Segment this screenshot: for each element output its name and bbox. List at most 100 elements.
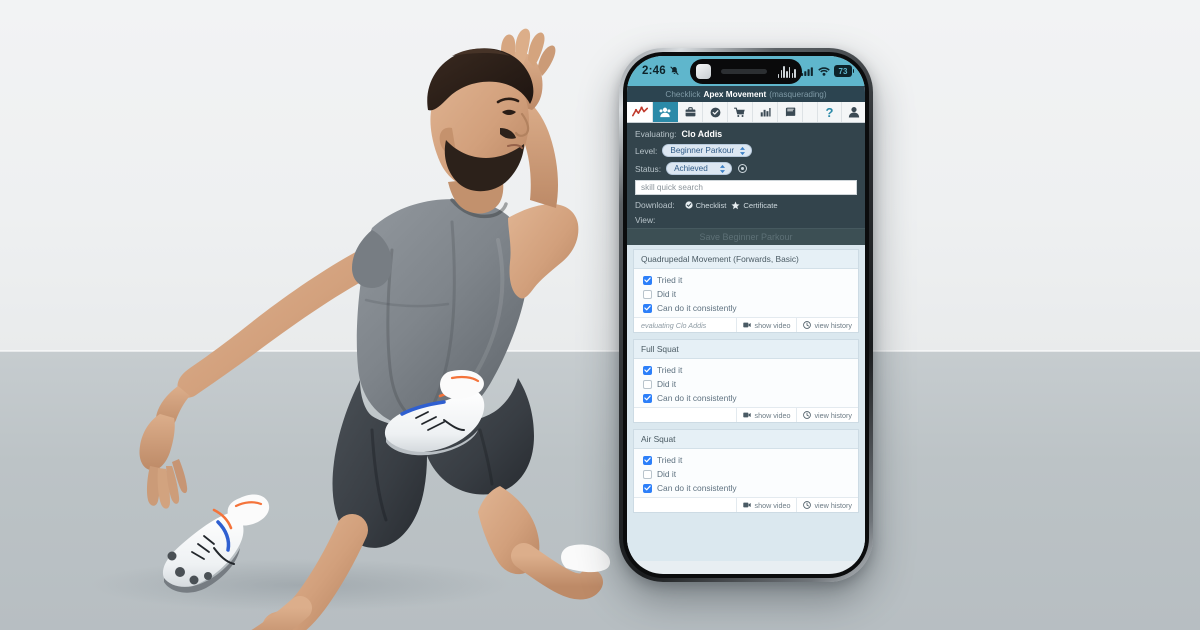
star-icon (731, 200, 740, 210)
main-navigation-toolbar: ? (627, 102, 865, 123)
skill-card-title: Full Squat (634, 340, 858, 359)
ios-status-bar: 2:46 73 (627, 56, 865, 86)
show-video-button[interactable]: show video (736, 318, 796, 332)
evaluating-client-name: Clo Addis (681, 129, 723, 139)
view-history-button[interactable]: view history (796, 318, 858, 332)
rear-shin (251, 596, 312, 630)
video-camera-icon (743, 502, 752, 508)
skill-search-input[interactable]: skill quick search (635, 180, 857, 195)
sidebar-item-reports[interactable] (753, 102, 778, 122)
sidebar-item-store[interactable] (728, 102, 753, 122)
clock-icon (803, 321, 812, 329)
front-camera-icon (696, 64, 711, 79)
checkbox-tried-it[interactable] (643, 275, 652, 285)
show-video-label: show video (754, 500, 791, 510)
sidebar-item-clients[interactable] (653, 102, 678, 122)
download-row: Download: Checklist Certificate (635, 200, 857, 210)
skill-card-footer: show video view history (634, 407, 858, 422)
view-history-button[interactable]: view history (796, 498, 858, 512)
running-man-photo (0, 0, 640, 630)
evaluating-row: Evaluating: Clo Addis (635, 129, 857, 139)
skill-checkbox-row[interactable]: Can do it consistently (634, 481, 858, 495)
checkbox-label: Can do it consistently (657, 393, 737, 403)
skill-checkbox-row[interactable]: Tried it (634, 363, 858, 377)
show-video-button[interactable]: show video (736, 408, 796, 422)
status-select[interactable]: Achieved (666, 162, 733, 175)
skill-card-checkboxes: Tried it Did it Can do it consistently (634, 359, 858, 407)
head (427, 48, 534, 214)
status-label: Status: (635, 163, 662, 174)
skills-list[interactable]: Quadrupedal Movement (Forwards, Basic) T… (627, 245, 865, 561)
book-icon (785, 107, 796, 117)
front-upper-arm (508, 204, 579, 299)
status-row: Status: Achieved (635, 162, 857, 175)
checkbox-did-it[interactable] (643, 379, 652, 389)
checkbox-label: Tried it (657, 365, 683, 375)
check-circle-icon (710, 107, 721, 118)
show-video-label: show video (754, 410, 791, 420)
checkbox-tried-it[interactable] (643, 365, 652, 375)
level-row: Level: Beginner Parkour (635, 144, 857, 157)
chevron-updown-icon (719, 164, 726, 174)
checkbox-can-do-consistently[interactable] (643, 393, 652, 403)
skill-checkbox-row[interactable]: Tried it (634, 273, 858, 287)
skill-card-footer: evaluating Clo Addis show video view his… (634, 317, 858, 332)
checkbox-label: Can do it consistently (657, 483, 737, 493)
checkbox-did-it[interactable] (643, 469, 652, 479)
skill-checkbox-row[interactable]: Can do it consistently (634, 301, 858, 315)
checkbox-can-do-consistently[interactable] (643, 303, 652, 313)
download-label: Download: (635, 200, 675, 210)
checkbox-can-do-consistently[interactable] (643, 483, 652, 493)
checkbox-label: Can do it consistently (657, 303, 737, 313)
info-circle-icon[interactable] (738, 164, 748, 173)
save-level-button[interactable]: Save Beginner Parkour (627, 228, 865, 245)
user-account-button[interactable] (842, 102, 865, 122)
chevron-updown-icon (739, 146, 746, 156)
navbar-spacer (803, 102, 818, 122)
bell-slash-icon (670, 66, 679, 76)
skill-checkbox-row[interactable]: Can do it consistently (634, 391, 858, 405)
help-button[interactable]: ? (818, 102, 842, 122)
checkbox-label: Did it (657, 379, 677, 389)
sidebar-item-programs[interactable] (678, 102, 703, 122)
user-account-icon (848, 106, 860, 118)
skill-card-checkboxes: Tried it Did it Can do it consistently (634, 449, 858, 497)
download-certificate-button[interactable]: Certificate (731, 200, 778, 210)
view-history-label: view history (814, 320, 852, 330)
status-bar-time: 2:46 (642, 65, 666, 77)
show-video-button[interactable]: show video (736, 498, 796, 512)
skill-card: Air Squat Tried it Did it Can do it cons… (633, 429, 859, 513)
skill-card-checkboxes: Tried it Did it Can do it consistently (634, 269, 858, 317)
show-video-label: show video (754, 320, 791, 330)
chart-logo-icon[interactable] (627, 102, 653, 122)
level-label: Level: (635, 145, 658, 156)
masquerading-badge: (masquerading) (769, 89, 827, 99)
bar-chart-icon (760, 107, 771, 117)
sidebar-item-evaluations[interactable] (703, 102, 728, 122)
evaluation-controls-panel: Evaluating: Clo Addis Level: Beginner Pa… (627, 123, 865, 245)
checkbox-tried-it[interactable] (643, 455, 652, 465)
level-select[interactable]: Beginner Parkour (662, 144, 753, 157)
battery-indicator: 73 (834, 65, 854, 77)
download-certificate-label: Certificate (743, 200, 778, 210)
people-icon (659, 107, 671, 118)
checkbox-did-it[interactable] (643, 289, 652, 299)
front-sock (561, 544, 611, 573)
skill-checkbox-row[interactable]: Tried it (634, 453, 858, 467)
skill-checkbox-row[interactable]: Did it (634, 467, 858, 481)
clock-icon (803, 411, 812, 419)
download-checklist-button[interactable]: Checklist (684, 201, 726, 210)
view-history-label: view history (814, 410, 852, 420)
skill-checkbox-row[interactable]: Did it (634, 287, 858, 301)
sidebar-item-resources[interactable] (778, 102, 803, 122)
skill-checkbox-row[interactable]: Did it (634, 377, 858, 391)
level-select-value: Beginner Parkour (670, 146, 735, 155)
skill-card: Quadrupedal Movement (Forwards, Basic) T… (633, 249, 859, 333)
view-history-button[interactable]: view history (796, 408, 858, 422)
wifi-icon (818, 66, 830, 76)
dynamic-island (690, 59, 802, 84)
rear-hand (139, 414, 188, 509)
audio-waveform-icon (777, 65, 796, 78)
skill-card-title: Air Squat (634, 430, 858, 449)
island-pill (721, 69, 768, 74)
